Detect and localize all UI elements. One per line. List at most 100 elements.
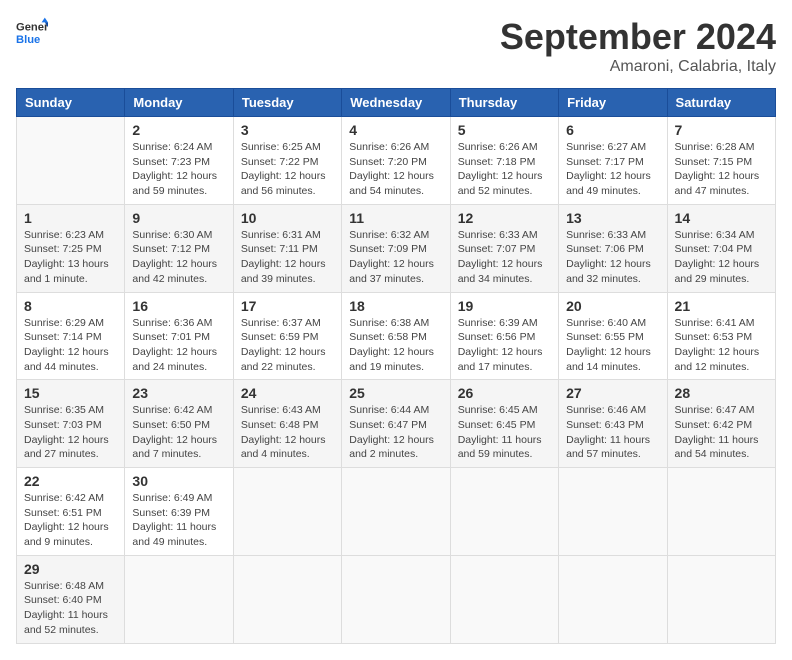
title-section: September 2024 Amaroni, Calabria, Italy bbox=[500, 16, 776, 76]
calendar-cell: 13 Sunrise: 6:33 AMSunset: 7:06 PMDayligh… bbox=[559, 204, 667, 292]
day-info: Sunrise: 6:26 AMSunset: 7:18 PMDaylight:… bbox=[458, 140, 551, 199]
day-number: 23 bbox=[132, 385, 225, 401]
calendar-cell: 1Sunrise: 6:23 AMSunset: 7:25 PMDaylight… bbox=[17, 204, 125, 292]
calendar-week-row: 8Sunrise: 6:29 AMSunset: 7:14 PMDaylight… bbox=[17, 292, 776, 380]
day-number: 21 bbox=[675, 298, 768, 314]
day-info: Sunrise: 6:40 AMSunset: 6:55 PMDaylight:… bbox=[566, 316, 659, 375]
day-info: Sunrise: 6:42 AMSunset: 6:50 PMDaylight:… bbox=[132, 403, 225, 462]
header-day: Saturday bbox=[667, 89, 775, 117]
header-day: Thursday bbox=[450, 89, 558, 117]
day-number: 30 bbox=[132, 473, 225, 489]
calendar-cell: 10Sunrise: 6:31 AMSunset: 7:11 PMDayligh… bbox=[233, 204, 341, 292]
day-number: 26 bbox=[458, 385, 551, 401]
header-day: Friday bbox=[559, 89, 667, 117]
day-number: 14 bbox=[675, 210, 768, 226]
calendar-cell bbox=[450, 555, 558, 643]
calendar-cell bbox=[342, 468, 450, 556]
logo-icon: General Blue bbox=[16, 16, 48, 48]
calendar-cell: 7Sunrise: 6:28 AMSunset: 7:15 PMDaylight… bbox=[667, 117, 775, 205]
calendar-cell: 12 Sunrise: 6:33 AMSunset: 7:07 PMDayligh… bbox=[450, 204, 558, 292]
day-info: Sunrise: 6:37 AMSunset: 6:59 PMDaylight:… bbox=[241, 316, 334, 375]
day-info: Sunrise: 6:26 AMSunset: 7:20 PMDaylight:… bbox=[349, 140, 442, 199]
day-number: 25 bbox=[349, 385, 442, 401]
calendar-cell: 29 Sunrise: 6:48 AMSunset: 6:40 PMDayligh… bbox=[17, 555, 125, 643]
day-info: Sunrise: 6:41 AMSunset: 6:53 PMDaylight:… bbox=[675, 316, 768, 375]
calendar-week-row: 15 Sunrise: 6:35 AMSunset: 7:03 PMDayligh… bbox=[17, 380, 776, 468]
calendar-cell: 8Sunrise: 6:29 AMSunset: 7:14 PMDaylight… bbox=[17, 292, 125, 380]
day-number: 3 bbox=[241, 122, 334, 138]
calendar-cell: 30Sunrise: 6:49 AMSunset: 6:39 PMDayligh… bbox=[125, 468, 233, 556]
day-info: Sunrise: 6:30 AMSunset: 7:12 PMDaylight:… bbox=[132, 228, 225, 287]
calendar-cell: 15 Sunrise: 6:35 AMSunset: 7:03 PMDayligh… bbox=[17, 380, 125, 468]
header-day: Tuesday bbox=[233, 89, 341, 117]
page-header: General Blue September 2024 Amaroni, Cal… bbox=[16, 16, 776, 76]
month-title: September 2024 bbox=[500, 16, 776, 58]
day-info: Sunrise: 6:43 AMSunset: 6:48 PMDaylight:… bbox=[241, 403, 334, 462]
day-info: Sunrise: 6:28 AMSunset: 7:15 PMDaylight:… bbox=[675, 140, 768, 199]
day-number: 2 bbox=[132, 122, 225, 138]
day-number: 13 bbox=[566, 210, 659, 226]
day-info: Sunrise: 6:44 AMSunset: 6:47 PMDaylight:… bbox=[349, 403, 442, 462]
calendar-cell bbox=[233, 555, 341, 643]
calendar-cell: 19Sunrise: 6:39 AMSunset: 6:56 PMDayligh… bbox=[450, 292, 558, 380]
calendar-cell: 18Sunrise: 6:38 AMSunset: 6:58 PMDayligh… bbox=[342, 292, 450, 380]
day-number: 12 bbox=[458, 210, 551, 226]
day-info: Sunrise: 6:34 AMSunset: 7:04 PMDaylight:… bbox=[675, 228, 768, 287]
calendar-cell bbox=[233, 468, 341, 556]
calendar-cell: 21 Sunrise: 6:41 AMSunset: 6:53 PMDayligh… bbox=[667, 292, 775, 380]
calendar-week-row: 1Sunrise: 6:23 AMSunset: 7:25 PMDaylight… bbox=[17, 204, 776, 292]
day-number: 11 bbox=[349, 210, 442, 226]
day-info: Sunrise: 6:46 AMSunset: 6:43 PMDaylight:… bbox=[566, 403, 659, 462]
day-info: Sunrise: 6:32 AMSunset: 7:09 PMDaylight:… bbox=[349, 228, 442, 287]
day-info: Sunrise: 6:48 AMSunset: 6:40 PMDaylight:… bbox=[24, 579, 117, 638]
day-number: 15 bbox=[24, 385, 117, 401]
calendar-cell: 2Sunrise: 6:24 AMSunset: 7:23 PMDaylight… bbox=[125, 117, 233, 205]
calendar-cell bbox=[342, 555, 450, 643]
calendar-cell: 9Sunrise: 6:30 AMSunset: 7:12 PMDaylight… bbox=[125, 204, 233, 292]
day-number: 20 bbox=[566, 298, 659, 314]
calendar-cell: 17 Sunrise: 6:37 AMSunset: 6:59 PMDayligh… bbox=[233, 292, 341, 380]
day-number: 17 bbox=[241, 298, 334, 314]
calendar-cell bbox=[667, 468, 775, 556]
day-number: 28 bbox=[675, 385, 768, 401]
calendar-cell: 16Sunrise: 6:36 AMSunset: 7:01 PMDayligh… bbox=[125, 292, 233, 380]
calendar-cell bbox=[450, 468, 558, 556]
svg-text:General: General bbox=[16, 21, 48, 33]
calendar-cell: 26Sunrise: 6:45 AMSunset: 6:45 PMDayligh… bbox=[450, 380, 558, 468]
calendar-cell bbox=[559, 468, 667, 556]
logo: General Blue bbox=[16, 16, 48, 48]
calendar-cell: 6Sunrise: 6:27 AMSunset: 7:17 PMDaylight… bbox=[559, 117, 667, 205]
day-number: 6 bbox=[566, 122, 659, 138]
day-info: Sunrise: 6:31 AMSunset: 7:11 PMDaylight:… bbox=[241, 228, 334, 287]
calendar-cell bbox=[667, 555, 775, 643]
calendar-cell: 4 Sunrise: 6:26 AMSunset: 7:20 PMDaylight… bbox=[342, 117, 450, 205]
day-number: 8 bbox=[24, 298, 117, 314]
day-number: 29 bbox=[24, 561, 117, 577]
calendar-week-row: 29 Sunrise: 6:48 AMSunset: 6:40 PMDayligh… bbox=[17, 555, 776, 643]
header-row: SundayMondayTuesdayWednesdayThursdayFrid… bbox=[17, 89, 776, 117]
day-info: Sunrise: 6:33 AMSunset: 7:06 PMDaylight:… bbox=[566, 228, 659, 287]
day-info: Sunrise: 6:33 AMSunset: 7:07 PMDaylight:… bbox=[458, 228, 551, 287]
calendar-cell: 27 Sunrise: 6:46 AMSunset: 6:43 PMDayligh… bbox=[559, 380, 667, 468]
day-number: 27 bbox=[566, 385, 659, 401]
calendar-week-row: 22Sunrise: 6:42 AMSunset: 6:51 PMDayligh… bbox=[17, 468, 776, 556]
day-number: 18 bbox=[349, 298, 442, 314]
calendar-cell: 20 Sunrise: 6:40 AMSunset: 6:55 PMDayligh… bbox=[559, 292, 667, 380]
day-info: Sunrise: 6:23 AMSunset: 7:25 PMDaylight:… bbox=[24, 228, 117, 287]
day-number: 4 bbox=[349, 122, 442, 138]
day-info: Sunrise: 6:47 AMSunset: 6:42 PMDaylight:… bbox=[675, 403, 768, 462]
calendar-cell: 23 Sunrise: 6:42 AMSunset: 6:50 PMDayligh… bbox=[125, 380, 233, 468]
calendar-table: SundayMondayTuesdayWednesdayThursdayFrid… bbox=[16, 88, 776, 644]
day-number: 22 bbox=[24, 473, 117, 489]
day-info: Sunrise: 6:35 AMSunset: 7:03 PMDaylight:… bbox=[24, 403, 117, 462]
day-number: 24 bbox=[241, 385, 334, 401]
header-day: Sunday bbox=[17, 89, 125, 117]
svg-text:Blue: Blue bbox=[16, 34, 40, 46]
calendar-cell: 24 Sunrise: 6:43 AMSunset: 6:48 PMDayligh… bbox=[233, 380, 341, 468]
calendar-cell bbox=[125, 555, 233, 643]
day-info: Sunrise: 6:39 AMSunset: 6:56 PMDaylight:… bbox=[458, 316, 551, 375]
calendar-cell bbox=[559, 555, 667, 643]
header-day: Wednesday bbox=[342, 89, 450, 117]
day-number: 5 bbox=[458, 122, 551, 138]
header-day: Monday bbox=[125, 89, 233, 117]
